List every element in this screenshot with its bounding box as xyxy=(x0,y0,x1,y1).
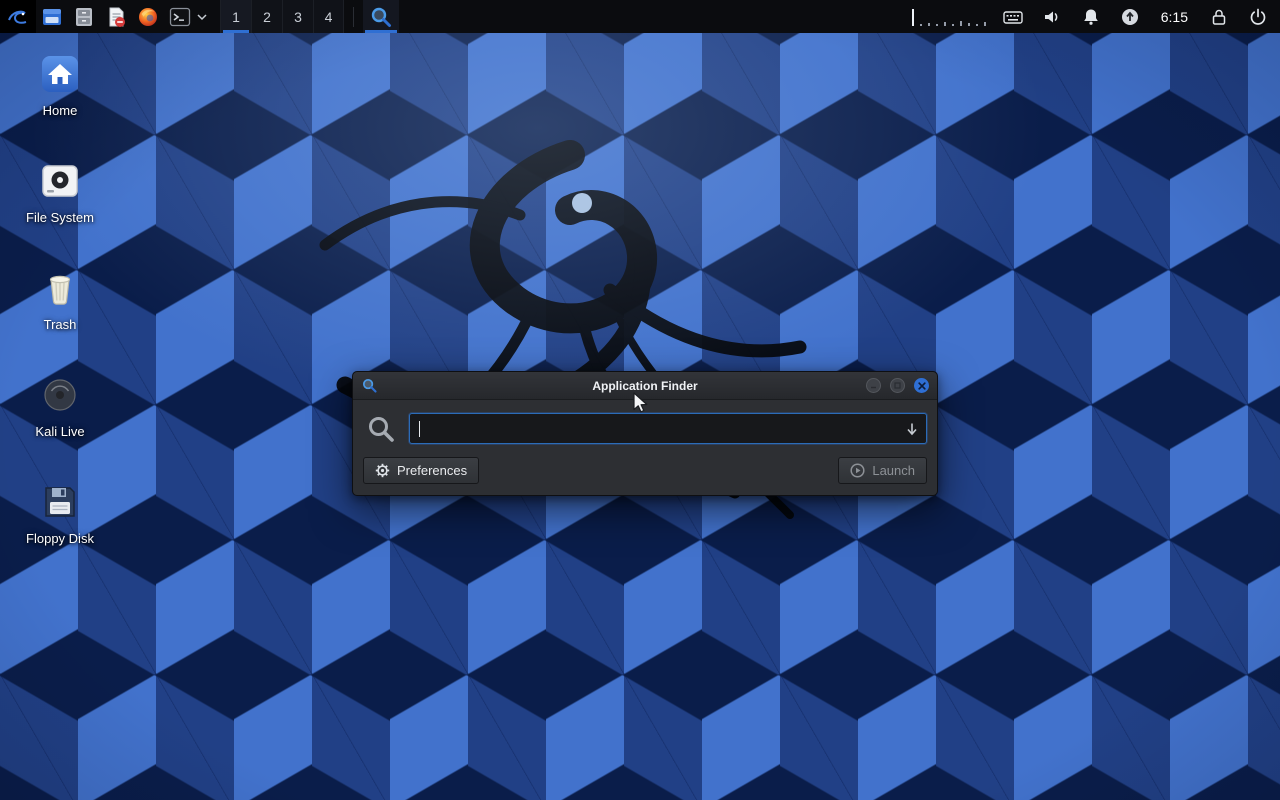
app-finder-icon xyxy=(369,5,393,29)
terminal-launcher[interactable] xyxy=(165,3,195,30)
titlebar-buttons xyxy=(866,378,929,393)
desktop-icon-label: File System xyxy=(26,210,94,225)
desktop-icon-kali-live[interactable]: Kali Live xyxy=(12,373,108,439)
desktop-icon-label: Home xyxy=(43,103,78,118)
maximize-icon xyxy=(894,382,901,389)
button-row: Preferences Launch xyxy=(353,452,937,495)
home-icon xyxy=(38,52,82,96)
clock[interactable]: 6:15 xyxy=(1157,9,1192,25)
kali-menu-button[interactable] xyxy=(0,0,36,33)
trash-icon xyxy=(38,266,82,310)
desktop-icon-trash[interactable]: Trash xyxy=(12,266,108,332)
volume-icon[interactable] xyxy=(1040,3,1064,30)
top-panel: 1 2 3 4 xyxy=(0,0,1280,33)
window-manager-icon xyxy=(41,6,63,28)
window-title: Application Finder xyxy=(353,379,937,393)
desktop-icon-floppy-disk[interactable]: Floppy Disk xyxy=(12,480,108,546)
keyboard-icon[interactable] xyxy=(1001,3,1025,30)
launcher-menu-caret[interactable] xyxy=(196,3,208,30)
desktop-icon-column: Home File System Trash Kali Live xyxy=(12,52,108,546)
desktop-icon-file-system[interactable]: File System xyxy=(12,159,108,225)
search-icon xyxy=(366,414,396,444)
history-dropdown-button[interactable] xyxy=(904,421,920,437)
updates-icon[interactable] xyxy=(1118,3,1142,30)
desktop-icon-home[interactable]: Home xyxy=(12,52,108,118)
lock-icon[interactable] xyxy=(1207,3,1231,30)
panel-right: 6:15 xyxy=(912,0,1280,33)
filesystem-icon xyxy=(38,159,82,203)
search-row xyxy=(353,400,937,452)
arrow-down-icon xyxy=(904,421,920,437)
desktop-icon-label: Kali Live xyxy=(35,424,84,439)
close-button[interactable] xyxy=(914,378,929,393)
search-input[interactable] xyxy=(410,414,926,443)
desktop-icon-label: Floppy Disk xyxy=(26,531,94,546)
close-icon xyxy=(918,382,926,390)
panel-separator xyxy=(353,7,354,27)
window-app-finder-icon xyxy=(361,377,378,394)
minimize-button[interactable] xyxy=(866,378,881,393)
application-finder-window: Application Finder xyxy=(352,371,938,496)
floppy-icon xyxy=(38,480,82,524)
power-icon[interactable] xyxy=(1246,3,1270,30)
workspace-1[interactable]: 1 xyxy=(220,0,251,33)
cpu-graph-icon[interactable] xyxy=(912,5,986,29)
preferences-button[interactable]: Preferences xyxy=(363,457,479,484)
text-editor-launcher[interactable] xyxy=(101,3,131,30)
file-manager-icon xyxy=(73,6,95,28)
workspace-2[interactable]: 2 xyxy=(251,0,282,33)
titlebar[interactable]: Application Finder xyxy=(353,372,937,400)
workspace-4[interactable]: 4 xyxy=(313,0,344,33)
bell-icon[interactable] xyxy=(1079,3,1103,30)
launch-label: Launch xyxy=(872,463,915,478)
window-manager-launcher[interactable] xyxy=(37,3,67,30)
dropdown-caret-icon xyxy=(197,13,207,21)
panel-left: 1 2 3 4 xyxy=(0,0,399,33)
firefox-icon xyxy=(137,6,159,28)
kali-live-icon xyxy=(38,373,82,417)
terminal-icon xyxy=(169,6,191,28)
kali-menu-icon xyxy=(6,5,30,29)
file-manager-launcher[interactable] xyxy=(69,3,99,30)
launch-button[interactable]: Launch xyxy=(838,457,927,484)
launch-icon xyxy=(850,463,865,478)
search-entry xyxy=(409,413,927,444)
taskbar-app-finder[interactable] xyxy=(363,0,399,33)
maximize-button[interactable] xyxy=(890,378,905,393)
text-editor-icon xyxy=(105,6,127,28)
desktop-icon-label: Trash xyxy=(44,317,77,332)
workspace-switcher: 1 2 3 4 xyxy=(220,0,344,33)
minimize-icon xyxy=(870,382,877,389)
gear-icon xyxy=(375,463,390,478)
workspace-3[interactable]: 3 xyxy=(282,0,313,33)
preferences-label: Preferences xyxy=(397,463,467,478)
firefox-launcher[interactable] xyxy=(133,3,163,30)
